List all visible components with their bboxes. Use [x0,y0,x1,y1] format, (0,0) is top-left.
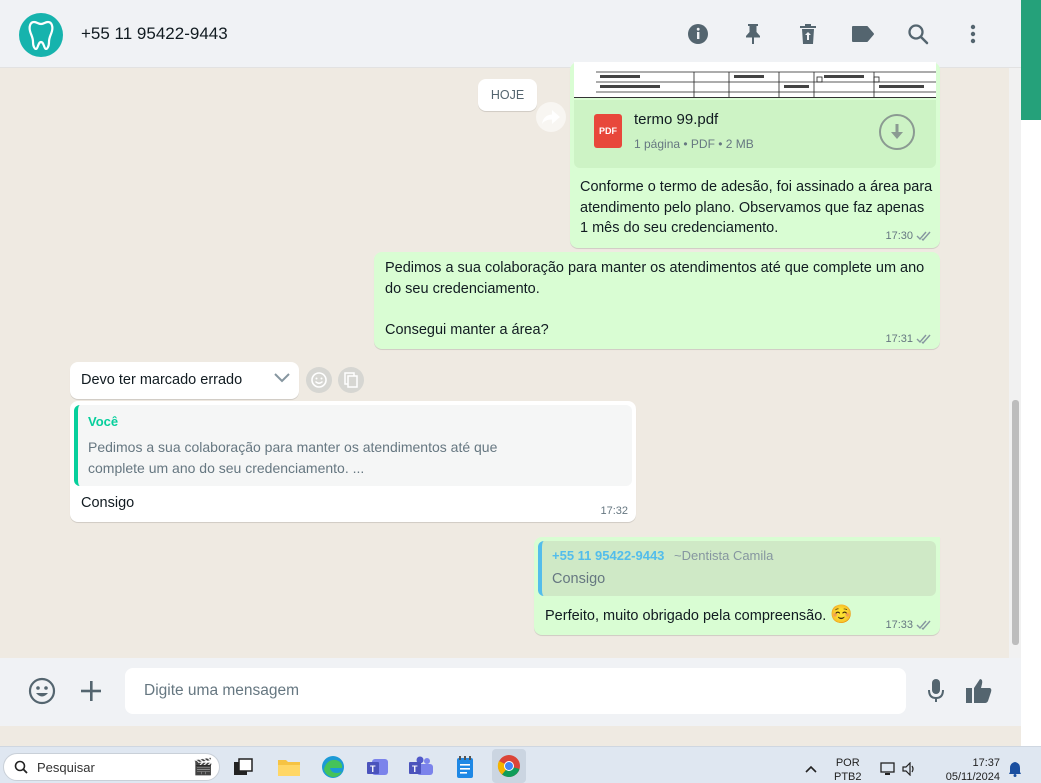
quote-author: Você [88,414,119,429]
taskbar-search-label: Pesquisar [37,759,95,775]
message-out-pdf[interactable]: PDF termo 99.pdf 1 página • PDF • 2 MB C… [570,62,940,248]
message-in[interactable]: Devo ter marcado errado [70,362,299,399]
label-icon[interactable] [835,20,890,48]
read-ticks-icon [916,231,931,241]
chrome-icon[interactable] [492,749,526,783]
delete-icon[interactable] [780,20,835,48]
message-text: Devo ter marcado errado [81,372,243,388]
notification-bell-icon[interactable] [1008,761,1022,782]
pdf-thumbnail[interactable] [574,62,936,98]
thumbs-up-icon[interactable] [964,676,994,706]
chevron-up-icon[interactable] [804,761,818,779]
teams-work-icon[interactable]: T [407,753,435,781]
contact-name[interactable]: +55 11 95422-9443 [81,24,228,44]
search-highlight-icon: 🎬 [193,759,213,776]
message-text: Conforme o termo de adesão, foi assinado… [580,179,933,236]
emoji-icon[interactable] [27,676,57,706]
pdf-file-info: 1 página • PDF • 2 MB [634,137,754,151]
file-explorer-icon[interactable] [275,753,303,781]
clock-time: 17:37 [972,757,1000,769]
download-icon[interactable] [879,114,915,150]
network-icon[interactable] [880,762,896,781]
pin-icon[interactable] [725,20,780,48]
window-accent-strip [1021,0,1041,120]
message-input[interactable] [125,668,906,714]
message-time: 17:31 [885,333,913,345]
message-text: Perfeito, muito obrigado pela compreensã… [545,608,827,624]
search-icon [14,760,28,774]
quote-header: +55 11 95422-9443 ~Dentista Camila [552,548,773,563]
message-time: 17:32 [600,505,628,517]
message-out-reply[interactable]: +55 11 95422-9443 ~Dentista Camila Consi… [534,537,940,635]
message-in-reply[interactable]: Você Pedimos a sua colaboração para mant… [70,401,636,522]
forward-icon[interactable] [536,102,566,132]
language-indicator[interactable]: POR PTB2 [834,756,862,783]
pdf-file-name: termo 99.pdf [634,111,719,128]
contact-avatar[interactable] [19,13,63,57]
notepad-icon[interactable] [451,753,479,781]
microphone-icon[interactable] [921,676,951,706]
tooth-icon [28,20,54,50]
attach-plus-icon[interactable] [76,676,106,706]
header-actions [670,20,1000,48]
quote-alias: ~Dentista Camila [674,548,774,563]
date-separator: HOJE [478,79,537,111]
message-text: Consigo [81,495,135,511]
copy-icon[interactable] [338,367,364,393]
volume-icon[interactable] [902,761,918,781]
quote-text: Pedimos a sua colaboração para manter os… [88,439,498,476]
message-out[interactable]: Pedimos a sua colaboração para manter os… [374,252,940,349]
svg-text:T: T [370,764,376,774]
message-text: Pedimos a sua colaboração para manter os… [385,260,925,297]
search-icon[interactable] [890,20,945,48]
read-ticks-icon [916,334,931,344]
message-meta: 17:30 [885,230,932,242]
window-edge [1021,120,1041,746]
windows-taskbar: Pesquisar 🎬 T T POR PTB2 17:37 05/11/202… [0,746,1041,783]
message-time: 17:30 [885,230,913,242]
svg-text:T: T [412,764,418,774]
chat-scrollbar-thumb[interactable] [1012,400,1019,645]
message-meta: 17:31 [885,333,932,345]
quote-author: +55 11 95422-9443 [552,548,665,563]
quoted-message[interactable]: Você Pedimos a sua colaboração para mant… [74,405,632,486]
menu-icon[interactable] [945,20,1000,48]
clock-date: 05/11/2024 [945,771,1000,783]
chevron-down-icon[interactable] [273,371,291,390]
clock[interactable]: 17:37 05/11/2024 [936,756,1000,783]
task-view-icon[interactable] [229,753,257,781]
react-emoji-icon[interactable] [306,367,332,393]
chat-header: +55 11 95422-9443 [0,0,1021,68]
teams-icon[interactable]: T [364,753,392,781]
edge-icon[interactable] [319,753,347,781]
pdf-file-icon: PDF [594,114,622,148]
message-text-wrapper: Perfeito, muito obrigado pela compreensã… [545,604,853,627]
pdf-attachment[interactable]: PDF termo 99.pdf 1 página • PDF • 2 MB [574,100,936,168]
keyboard-layout: PTB2 [834,771,862,783]
message-meta: 17:32 [600,505,628,517]
language-code: POR [835,757,860,769]
info-icon[interactable] [670,20,725,48]
quote-text: Consigo [552,571,606,587]
quoted-message[interactable]: +55 11 95422-9443 ~Dentista Camila Consi… [538,541,936,596]
read-ticks-icon [916,620,931,630]
message-meta: 17:33 [885,619,932,631]
smile-emoji-icon: ☺️ [830,604,853,624]
compose-bar [0,658,1021,726]
message-text: Consegui manter a área? [385,322,549,338]
taskbar-search[interactable]: Pesquisar 🎬 [3,753,220,781]
message-time: 17:33 [885,619,913,631]
